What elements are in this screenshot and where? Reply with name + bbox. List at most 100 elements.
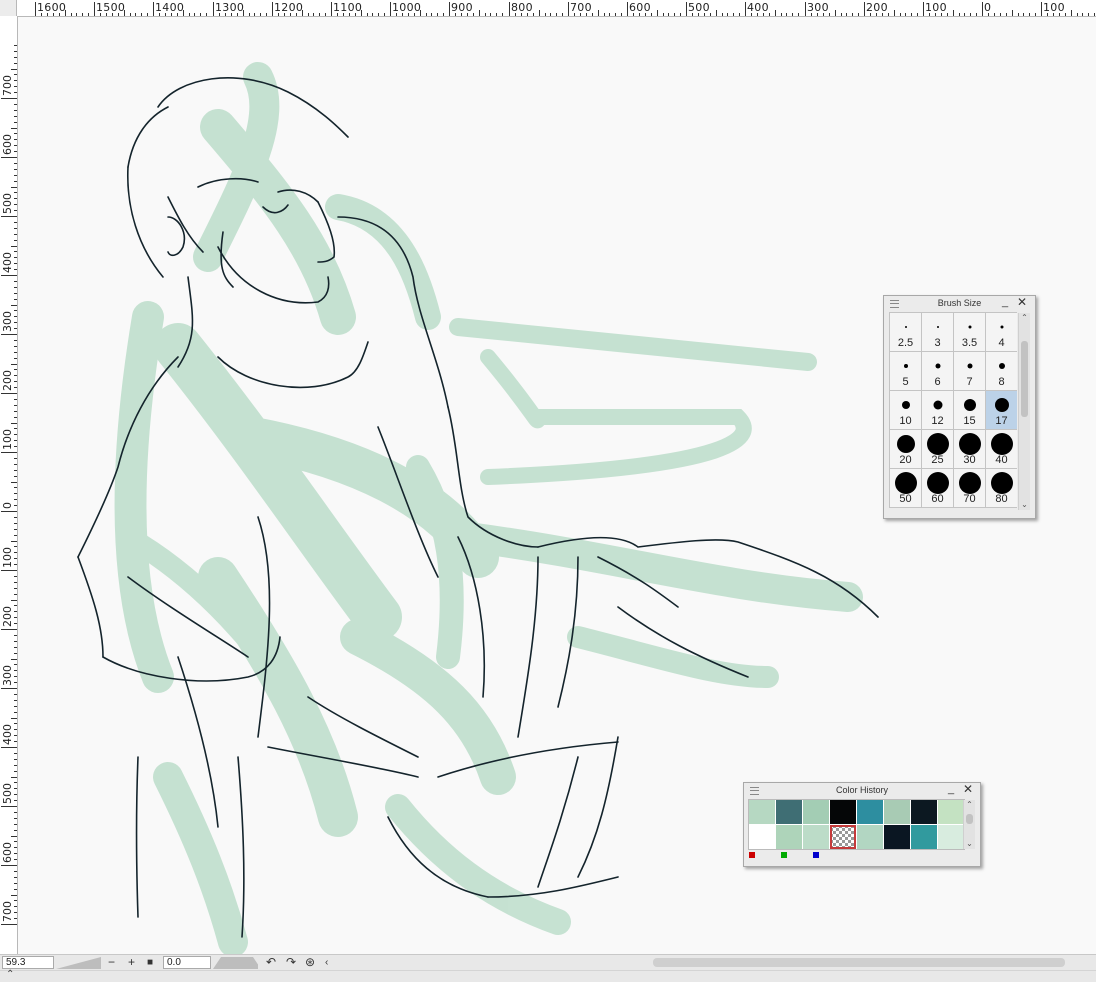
minimize-icon[interactable]: _	[948, 783, 954, 795]
brush-size-option[interactable]: 5	[890, 352, 921, 390]
ruler-label: 700	[570, 1, 592, 14]
color-swatch[interactable]	[857, 800, 883, 824]
color-swatch[interactable]	[749, 800, 775, 824]
color-swatch[interactable]	[776, 800, 802, 824]
color-swatch[interactable]	[911, 825, 937, 849]
brush-size-option[interactable]: 6	[922, 352, 953, 390]
brush-size-option[interactable]: 12	[922, 391, 953, 429]
expand-icon[interactable]: ⌃	[6, 969, 14, 980]
brush-size-option[interactable]: 80	[986, 469, 1017, 507]
brush-size-option[interactable]: 8	[986, 352, 1017, 390]
brush-dot-icon	[904, 326, 907, 328]
ruler-label: 200	[1, 606, 14, 627]
brush-size-option[interactable]: 17	[986, 391, 1017, 429]
ruler-minor-tick	[14, 464, 17, 465]
ruler-minor-tick	[479, 10, 480, 16]
color-swatch[interactable]	[884, 825, 910, 849]
reset-rotation-icon[interactable]: ⊛	[305, 955, 315, 970]
zoom-out-button[interactable]: −	[108, 955, 115, 970]
brush-size-option[interactable]: 40	[986, 430, 1017, 468]
brush-size-option[interactable]: 15	[954, 391, 985, 429]
ruler-label: 100	[1, 547, 14, 568]
brush-size-label: 15	[963, 415, 976, 427]
brush-size-option[interactable]: 3	[922, 313, 953, 351]
scroll-thumb[interactable]	[966, 814, 973, 824]
ruler-minor-tick	[841, 13, 842, 16]
brush-size-label: 6	[934, 376, 941, 388]
ruler-major-tick	[1, 570, 17, 571]
color-swatch[interactable]	[749, 825, 775, 849]
brush-size-option[interactable]: 25	[922, 430, 953, 468]
brush-size-option[interactable]: 3.5	[954, 313, 985, 351]
brush-dot-icon	[963, 399, 976, 411]
rotation-field[interactable]: 0.0	[163, 956, 211, 969]
ruler-major-tick	[1041, 2, 1042, 16]
color-history-scrollbar[interactable]: ⌃ ⌄	[963, 800, 975, 849]
ruler-minor-tick	[964, 13, 965, 16]
brush-size-scrollbar[interactable]: ⌃ ⌄	[1018, 313, 1030, 510]
brush-dot-icon	[968, 325, 971, 329]
color-history-titlebar[interactable]: Color History _ ✕	[744, 783, 980, 797]
close-icon[interactable]: ✕	[1017, 296, 1027, 309]
scroll-up-icon[interactable]: ⌃	[964, 800, 975, 810]
scroll-down-icon[interactable]: ⌄	[964, 839, 975, 849]
color-swatch[interactable]	[776, 825, 802, 849]
ruler-minor-tick	[14, 735, 17, 736]
ruler-minor-tick	[1006, 13, 1007, 16]
minimize-icon[interactable]: _	[1002, 296, 1008, 308]
ruler-minor-tick	[14, 889, 17, 890]
ruler-minor-tick	[14, 328, 17, 329]
brush-size-option[interactable]: 50	[890, 469, 921, 507]
color-swatch[interactable]	[857, 825, 883, 849]
scroll-left-icon[interactable]: ‹	[325, 955, 328, 970]
zoom-field[interactable]: 59.3	[2, 956, 54, 969]
scroll-up-icon[interactable]: ⌃	[1019, 313, 1030, 323]
ruler-minor-tick	[14, 800, 17, 801]
ruler-minor-tick	[14, 859, 17, 860]
brush-size-label: 3	[934, 337, 941, 349]
zoom-slider[interactable]	[56, 957, 101, 969]
brush-size-label: 4	[998, 337, 1005, 349]
ruler-label: 600	[1, 842, 14, 863]
scroll-down-icon[interactable]: ⌄	[1019, 500, 1030, 510]
ruler-minor-tick	[367, 13, 368, 16]
ruler-minor-tick	[437, 13, 438, 16]
color-swatch[interactable]	[803, 800, 829, 824]
rotation-slider[interactable]	[213, 957, 258, 969]
brush-dot-icon	[926, 472, 949, 494]
brush-size-option[interactable]: 4	[986, 313, 1017, 351]
color-swatch[interactable]	[830, 800, 856, 824]
palette-menu-icon[interactable]	[890, 300, 899, 308]
brush-size-option[interactable]: 2.5	[890, 313, 921, 351]
ruler-minor-tick	[14, 487, 17, 488]
ruler-minor-tick	[135, 13, 136, 16]
ruler-minor-tick	[14, 670, 17, 671]
color-swatch[interactable]	[911, 800, 937, 824]
brush-size-titlebar[interactable]: Brush Size _ ✕	[884, 296, 1035, 310]
fit-view-button[interactable]: ■	[147, 955, 153, 970]
ruler-minor-tick	[953, 10, 954, 16]
zoom-in-button[interactable]: +	[128, 955, 135, 970]
ruler-minor-tick	[739, 13, 740, 16]
color-swatch[interactable]	[884, 800, 910, 824]
brush-size-option[interactable]: 70	[954, 469, 985, 507]
scroll-thumb[interactable]	[1021, 341, 1028, 417]
palette-menu-icon[interactable]	[750, 787, 759, 795]
ruler-minor-tick	[11, 364, 17, 365]
brush-dot-icon	[1000, 325, 1003, 329]
rotate-left-icon[interactable]: ↶	[266, 955, 276, 970]
color-swatch[interactable]	[938, 825, 964, 849]
brush-size-option[interactable]: 60	[922, 469, 953, 507]
horizontal-scrollbar[interactable]	[653, 958, 1065, 967]
ruler-minor-tick	[14, 281, 17, 282]
color-swatch[interactable]	[803, 825, 829, 849]
color-swatch[interactable]	[938, 800, 964, 824]
brush-size-option[interactable]: 20	[890, 430, 921, 468]
close-icon[interactable]: ✕	[963, 783, 973, 796]
rotate-right-icon[interactable]: ↷	[286, 955, 296, 970]
transparent-swatch[interactable]	[830, 825, 856, 849]
brush-size-option[interactable]: 10	[890, 391, 921, 429]
ruler-minor-tick	[829, 13, 830, 16]
brush-size-option[interactable]: 30	[954, 430, 985, 468]
brush-size-option[interactable]: 7	[954, 352, 985, 390]
